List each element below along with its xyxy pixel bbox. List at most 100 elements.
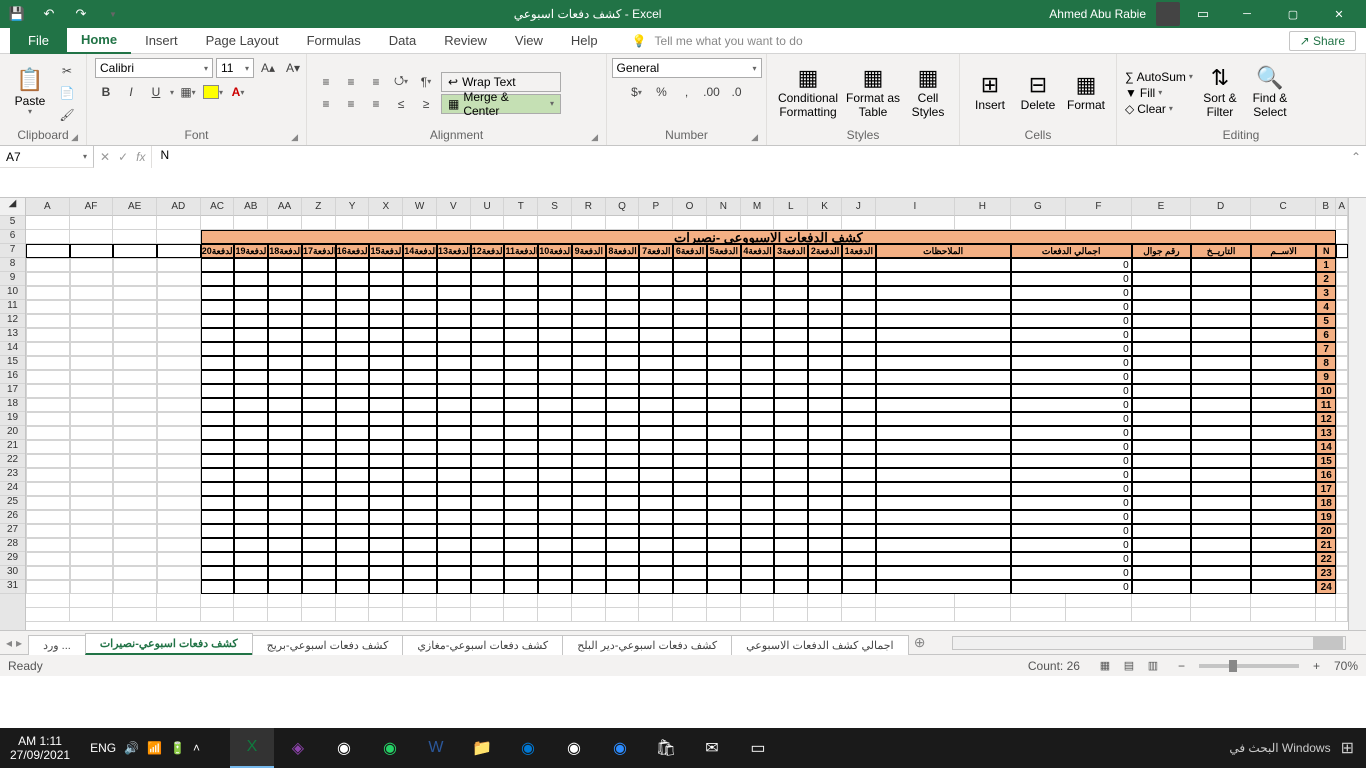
volume-icon[interactable]: 🔊 <box>124 741 139 755</box>
add-sheet-button[interactable]: ⊕ <box>908 634 932 651</box>
cell[interactable] <box>157 300 201 314</box>
cell[interactable] <box>741 552 775 566</box>
cell[interactable] <box>876 538 1011 552</box>
cell[interactable] <box>302 328 336 342</box>
cell[interactable] <box>1336 552 1348 566</box>
cell[interactable] <box>201 454 235 468</box>
zoom-level[interactable]: 70% <box>1334 659 1358 673</box>
cell[interactable] <box>1251 538 1317 552</box>
cell[interactable] <box>268 412 302 426</box>
column-header[interactable]: P <box>639 198 673 216</box>
cell[interactable] <box>707 370 741 384</box>
cell[interactable] <box>471 496 505 510</box>
normal-view-button[interactable]: ▦ <box>1094 657 1116 675</box>
cell[interactable] <box>741 384 775 398</box>
cell[interactable]: 1 <box>1316 258 1336 272</box>
row-header[interactable]: 21 <box>0 440 25 454</box>
cell[interactable] <box>876 258 1011 272</box>
align-right-button[interactable]: ≡ <box>365 94 387 114</box>
cell[interactable] <box>673 328 707 342</box>
cell[interactable] <box>707 482 741 496</box>
cell[interactable] <box>1132 286 1192 300</box>
cell[interactable] <box>302 482 336 496</box>
cell[interactable] <box>369 258 403 272</box>
cell[interactable] <box>572 384 606 398</box>
cell[interactable]: 24 <box>1316 580 1336 594</box>
minimize-button[interactable]: ─ <box>1224 0 1270 28</box>
cell[interactable] <box>471 594 505 608</box>
sheet-tab[interactable]: اجمالي كشف الدفعات الاسبوعي <box>731 635 908 655</box>
cell[interactable] <box>538 524 572 538</box>
cell[interactable] <box>707 342 741 356</box>
cell[interactable] <box>538 412 572 426</box>
cell[interactable] <box>1191 566 1251 580</box>
tab-nav-first-icon[interactable]: ◂ <box>6 636 12 650</box>
cell[interactable]: 0 <box>1011 300 1132 314</box>
cell[interactable] <box>707 384 741 398</box>
column-header[interactable]: X <box>369 198 403 216</box>
qat-customize-icon[interactable]: ▼ <box>100 2 126 26</box>
cell[interactable] <box>369 342 403 356</box>
cell[interactable] <box>639 216 673 230</box>
cell[interactable] <box>234 384 268 398</box>
cell[interactable] <box>876 286 1011 300</box>
cell[interactable] <box>471 216 505 230</box>
cell[interactable] <box>268 468 302 482</box>
cell[interactable] <box>113 426 157 440</box>
cell[interactable] <box>336 258 370 272</box>
fill-color-button[interactable]: ▾ <box>202 82 224 102</box>
cell[interactable] <box>741 314 775 328</box>
cell[interactable] <box>403 398 437 412</box>
wrap-text-button[interactable]: ↩Wrap Text <box>441 72 561 92</box>
cell[interactable] <box>1191 538 1251 552</box>
cell[interactable] <box>606 496 640 510</box>
cell[interactable] <box>26 384 70 398</box>
increase-decimal-button[interactable]: .00 <box>701 82 723 102</box>
cell[interactable] <box>774 286 808 300</box>
cell[interactable] <box>707 510 741 524</box>
cell[interactable] <box>842 328 876 342</box>
cell[interactable] <box>437 426 471 440</box>
cell[interactable] <box>1191 314 1251 328</box>
cell[interactable]: 15 <box>1316 454 1336 468</box>
cell[interactable] <box>201 384 235 398</box>
store-app-icon[interactable]: 🛍 <box>644 728 688 768</box>
cell[interactable] <box>538 608 572 622</box>
cell[interactable] <box>471 300 505 314</box>
cell[interactable] <box>1191 300 1251 314</box>
cell[interactable] <box>70 426 114 440</box>
cell[interactable] <box>1336 356 1348 370</box>
cell[interactable] <box>201 566 235 580</box>
cell[interactable] <box>302 510 336 524</box>
cell[interactable] <box>471 538 505 552</box>
cell[interactable]: 0 <box>1011 454 1132 468</box>
save-icon[interactable]: 💾 <box>4 2 30 26</box>
cell[interactable] <box>538 594 572 608</box>
cell[interactable]: 2 <box>1316 272 1336 286</box>
cell[interactable] <box>437 510 471 524</box>
cell[interactable] <box>673 510 707 524</box>
column-header[interactable]: C <box>1251 198 1317 216</box>
cell[interactable] <box>572 580 606 594</box>
cell[interactable] <box>876 566 1011 580</box>
cell[interactable] <box>268 342 302 356</box>
cell[interactable] <box>741 286 775 300</box>
cell[interactable] <box>437 538 471 552</box>
cell[interactable] <box>471 468 505 482</box>
cell[interactable] <box>1132 356 1192 370</box>
row-header[interactable]: 7 <box>0 244 25 258</box>
cell[interactable] <box>774 356 808 370</box>
number-format-combo[interactable]: General▾ <box>612 58 762 78</box>
cell[interactable] <box>157 342 201 356</box>
dialog-launcher-icon[interactable]: ◢ <box>291 132 298 143</box>
cell[interactable] <box>26 244 70 258</box>
cell[interactable] <box>268 328 302 342</box>
cell[interactable] <box>808 258 842 272</box>
cell[interactable] <box>808 538 842 552</box>
cell[interactable] <box>741 454 775 468</box>
cell[interactable] <box>26 426 70 440</box>
cell[interactable] <box>471 384 505 398</box>
cell[interactable] <box>808 510 842 524</box>
cell[interactable] <box>673 552 707 566</box>
cell[interactable] <box>673 412 707 426</box>
